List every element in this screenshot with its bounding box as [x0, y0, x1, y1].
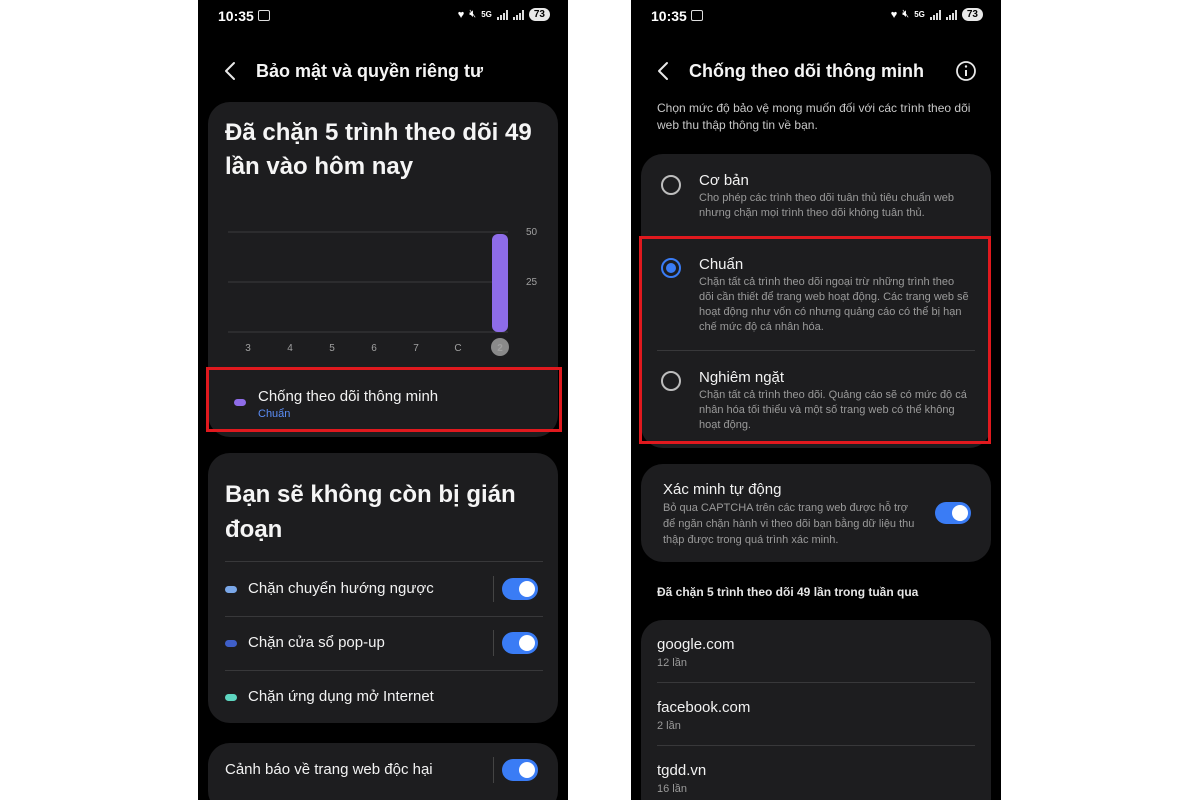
battery-indicator: 73 [528, 8, 550, 21]
y-tick-label: 25 [526, 277, 538, 288]
highlight-box [639, 236, 991, 444]
chart-bar [492, 234, 508, 332]
mute-icon: 🔇︎ [469, 8, 477, 20]
heart-icon: ♥ [457, 8, 465, 21]
blocked-sites-card: google.com 12 lần facebook.com 2 lần tgd… [641, 620, 991, 800]
signal-icon-2 [945, 9, 957, 20]
x-tick-label: 4 [287, 343, 293, 354]
site-count: 16 lần [657, 783, 687, 795]
site-name: google.com [657, 636, 735, 653]
block-popup-row[interactable]: Chặn cửa sổ pop-up [208, 616, 558, 670]
radio-basic[interactable] [661, 175, 681, 195]
status-time: 10:35 [651, 8, 687, 24]
site-name: facebook.com [657, 699, 751, 716]
status-time: 10:35 [218, 8, 254, 24]
description-text: Chọn mức độ bảo vệ mong muốn đối với các… [657, 101, 971, 132]
highlight-box [206, 367, 562, 432]
malicious-warning-toggle[interactable] [502, 759, 538, 781]
network-label: 5G [914, 10, 925, 19]
row-label: Chặn chuyển hướng ngược [248, 580, 434, 597]
status-icons: ♥ 🔇︎ 5G 73 [458, 8, 550, 21]
y-tick-label: 50 [526, 227, 538, 238]
malicious-site-warning-card: Cảnh báo về trang web độc hại [208, 743, 558, 800]
page-title: Chống theo dõi thông minh [689, 61, 924, 81]
option-desc: Cho phép các trình theo dõi tuân thủ tiê… [699, 192, 955, 219]
verify-desc: Bỏ qua CAPTCHA trên các trang web được h… [663, 502, 915, 546]
separator [493, 576, 494, 602]
row-label: Chặn ứng dụng mở Internet [248, 688, 434, 705]
status-icons: ♥ 🔇︎ 5G 73 [891, 8, 983, 21]
signal-icon-2 [512, 9, 524, 20]
screenshot-icon [691, 10, 703, 21]
left-phone-screen: 10:35 ♥ 🔇︎ 5G 73 Bảo mật và quyền riêng … [198, 0, 568, 800]
verify-title: Xác minh tự động [663, 481, 782, 498]
row-dot [225, 694, 237, 701]
block-popup-toggle[interactable] [502, 632, 538, 654]
x-tick-label: 2 [497, 343, 503, 354]
malicious-warning-row[interactable]: Cảnh báo về trang web độc hại [208, 743, 558, 797]
site-count: 2 lần [657, 720, 681, 732]
page-header: Bảo mật và quyền riêng tư [198, 52, 568, 92]
stats-title: Đã chặn 5 trình theo dõi 49 lần vào hôm … [225, 119, 532, 180]
back-arrow-icon[interactable] [220, 60, 242, 82]
page-title: Bảo mật và quyền riêng tư [256, 61, 484, 81]
site-name: tgdd.vn [657, 762, 707, 779]
site-row-tgdd[interactable]: tgdd.vn 16 lần [641, 746, 991, 800]
signal-icon [496, 9, 508, 20]
status-bar: 10:35 ♥ 🔇︎ 5G 73 [631, 0, 1001, 34]
tracker-bar-chart: 50 25 3 4 5 6 7 C 2 [228, 227, 538, 356]
screenshot-icon [258, 10, 270, 21]
row-dot [225, 586, 237, 593]
site-row-google[interactable]: google.com 12 lần [641, 620, 991, 682]
signal-icon [929, 9, 941, 20]
x-tick-label: 3 [245, 343, 251, 354]
auto-verify-toggle[interactable] [935, 502, 971, 524]
battery-indicator: 73 [961, 8, 983, 21]
x-tick-label: C [454, 343, 461, 354]
option-basic[interactable]: Cơ bản Cho phép các trình theo dõi tuân … [641, 154, 991, 236]
page-header: Chống theo dõi thông minh [631, 52, 1001, 92]
separator [493, 757, 494, 783]
row-label: Cảnh báo về trang web độc hại [225, 761, 433, 778]
separator [493, 630, 494, 656]
network-label: 5G [481, 10, 492, 19]
block-redirect-row[interactable]: Chặn chuyển hướng ngược [208, 562, 558, 616]
interrupt-title: Bạn sẽ không còn bị gián đoạn [225, 481, 516, 543]
site-count: 12 lần [657, 657, 687, 669]
row-label: Chặn cửa sổ pop-up [248, 634, 385, 651]
interruptions-card: Bạn sẽ không còn bị gián đoạn Chặn chuyể… [208, 453, 558, 723]
row-dot [225, 640, 237, 647]
x-tick-label: 6 [371, 343, 377, 354]
right-phone-screen: 10:35 ♥ 🔇︎ 5G 73 Chống theo dõi thông mi… [631, 0, 1001, 800]
status-bar: 10:35 ♥ 🔇︎ 5G 73 [198, 0, 568, 34]
auto-verify-card[interactable]: Xác minh tự động Bỏ qua CAPTCHA trên các… [641, 464, 991, 562]
back-arrow-icon[interactable] [653, 60, 675, 82]
info-icon[interactable] [955, 60, 977, 82]
x-tick-label: 7 [413, 343, 419, 354]
mute-icon: 🔇︎ [902, 8, 910, 20]
block-app-open-row[interactable]: Chặn ứng dụng mở Internet [208, 670, 558, 724]
block-redirect-toggle[interactable] [502, 578, 538, 600]
site-row-facebook[interactable]: facebook.com 2 lần [641, 683, 991, 745]
heart-icon: ♥ [890, 8, 898, 21]
option-title: Cơ bản [699, 172, 749, 189]
x-tick-label: 5 [329, 343, 335, 354]
weekly-blocked-title: Đã chặn 5 trình theo dõi 49 lần trong tu… [657, 585, 919, 599]
